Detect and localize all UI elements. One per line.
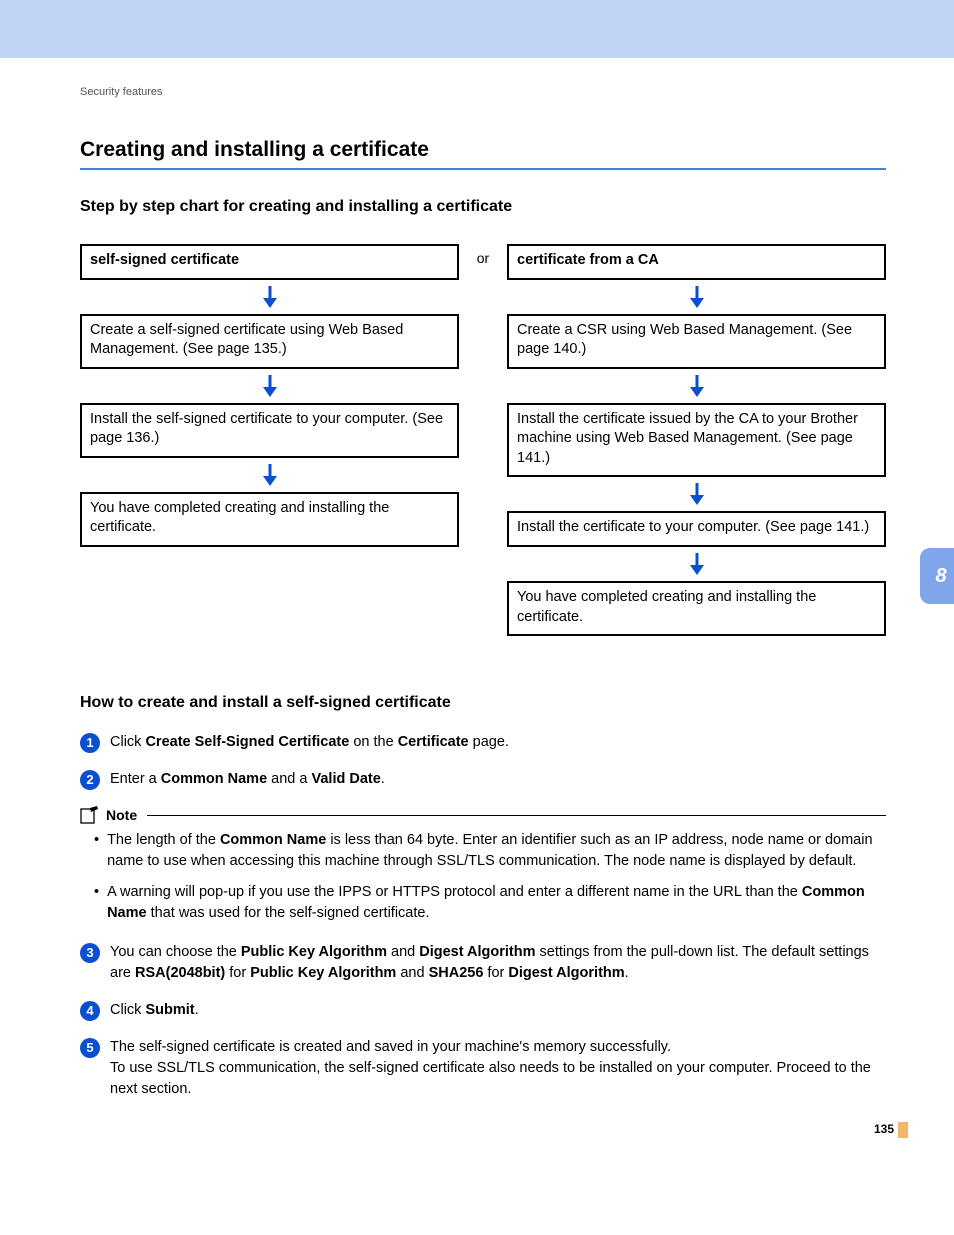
note-item: • The length of the Common Name is less … <box>80 830 886 872</box>
flow-left-step: Install the self-signed certificate to y… <box>80 403 459 458</box>
page-content: Security features Creating and installin… <box>0 58 954 1156</box>
running-header: Security features <box>80 86 886 98</box>
step-text: Enter a Common Name and a Valid Date. <box>110 769 886 790</box>
arrow-down-icon <box>261 464 279 488</box>
step-number-icon: 1 <box>80 733 100 753</box>
note-block: Note • The length of the Common Name is … <box>80 806 886 924</box>
bullet-icon: • <box>94 830 99 872</box>
flowchart: self-signed certificate Create a self-si… <box>80 244 886 636</box>
arrow-down-icon <box>688 375 706 399</box>
note-rule <box>147 815 886 816</box>
step-3: 3 You can choose the Public Key Algorith… <box>80 942 886 984</box>
top-banner <box>0 0 954 58</box>
step-text: You can choose the Public Key Algorithm … <box>110 942 886 984</box>
flow-right-step: You have completed creating and installi… <box>507 581 886 636</box>
note-item: • A warning will pop-up if you use the I… <box>80 882 886 924</box>
arrow-down-icon <box>688 483 706 507</box>
step-4: 4 Click Submit. <box>80 1000 886 1021</box>
chapter-tab: 8 <box>920 548 954 604</box>
flow-right-column: certificate from a CA Create a CSR using… <box>507 244 886 636</box>
step-text: Click Create Self-Signed Certificate on … <box>110 732 886 753</box>
page-number: 135 <box>874 1122 894 1136</box>
step-number-icon: 2 <box>80 770 100 790</box>
step-2: 2 Enter a Common Name and a Valid Date. <box>80 769 886 790</box>
flow-left-step: You have completed creating and installi… <box>80 492 459 547</box>
flow-right-step: Install the certificate issued by the CA… <box>507 403 886 478</box>
arrow-down-icon <box>261 375 279 399</box>
step-number-icon: 5 <box>80 1038 100 1058</box>
section-title: Creating and installing a certificate <box>80 138 886 170</box>
flow-right-step: Create a CSR using Web Based Management.… <box>507 314 886 369</box>
flow-left-step: Create a self-signed certificate using W… <box>80 314 459 369</box>
step-5: 5 The self-signed certificate is created… <box>80 1037 886 1100</box>
note-label: Note <box>106 807 137 823</box>
chart-title: Step by step chart for creating and inst… <box>80 198 886 216</box>
arrow-down-icon <box>688 553 706 577</box>
flow-left-header: self-signed certificate <box>80 244 459 280</box>
flow-left-column: self-signed certificate Create a self-si… <box>80 244 459 547</box>
note-icon <box>80 806 100 824</box>
flow-right-header: certificate from a CA <box>507 244 886 280</box>
step-number-icon: 3 <box>80 943 100 963</box>
step-1: 1 Click Create Self-Signed Certificate o… <box>80 732 886 753</box>
step-text: Click Submit. <box>110 1000 886 1021</box>
flow-right-step: Install the certificate to your computer… <box>507 511 886 547</box>
arrow-down-icon <box>261 286 279 310</box>
page-number-accent <box>898 1122 908 1138</box>
step-text: The self-signed certificate is created a… <box>110 1037 886 1100</box>
bullet-icon: • <box>94 882 99 924</box>
arrow-down-icon <box>688 286 706 310</box>
howto-title: How to create and install a self-signed … <box>80 694 886 712</box>
step-number-icon: 4 <box>80 1001 100 1021</box>
or-label: or <box>471 244 495 266</box>
